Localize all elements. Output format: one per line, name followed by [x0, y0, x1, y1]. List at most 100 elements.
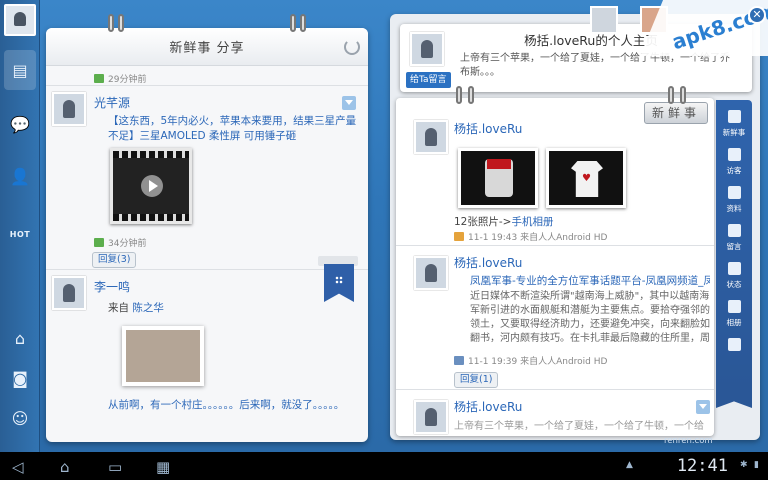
list-item[interactable]: 光芊源 【这东西，5年内必火，苹果本来要用，结果三星产量不足】三星AMOLED … [46, 86, 368, 270]
friends-nav-icon[interactable]: 👤 [4, 156, 36, 196]
screenshot-icon[interactable]: ▦ [156, 458, 170, 476]
list-item: 29分钟前 [46, 66, 368, 86]
refresh-icon[interactable] [344, 39, 360, 55]
binder-ring [680, 86, 686, 104]
left-nav-rail: ▤ 💬 👤 HOT ⌂ ◙ ☺ [0, 0, 40, 452]
album-icon [727, 300, 741, 313]
profile-feed-list[interactable]: 杨括.loveRu ♥ 12张照片->手机相册 11-1 19:43 来自人人A… [396, 98, 714, 436]
avatar[interactable] [52, 92, 86, 126]
brand-footer: renren.com [664, 436, 713, 446]
post-text[interactable]: 【这东西，5年内必火，苹果本来要用，结果三星产量不足】三星AMOLED 柔性屏 … [108, 114, 358, 144]
post-author[interactable]: 光芊源 [94, 94, 130, 111]
feed-list[interactable]: 29分钟前 光芊源 【这东西，5年内必火，苹果本来要用，结果三星产量不足】三星A… [46, 66, 368, 442]
rail-label: 相册 [726, 318, 742, 327]
system-bar: ◁ ⌂ ▭ ▦ ▲ 12:41 ✱ ▮ [0, 452, 768, 480]
share-from-name[interactable]: 陈之华 [132, 302, 164, 314]
tab-newsfeed[interactable]: 新鲜事 [644, 102, 708, 124]
profile-icon [727, 186, 741, 199]
share-from-label: 来自 [108, 302, 129, 314]
post-author[interactable]: 杨括.loveRu [454, 254, 522, 271]
status-icon [727, 262, 741, 275]
clock[interactable]: 12:41 [677, 456, 728, 476]
rail-label: 访客 [726, 166, 742, 175]
shared-link-summary: 近日媒体不断渲染所谓"越南海上威胁"，其中以越南海军新引进的水面舰艇和潜艇为主要… [470, 291, 710, 344]
panel-title: 新鲜事 分享 [169, 41, 245, 56]
binder-ring [300, 14, 306, 32]
newsfeed-nav-icon[interactable]: ▤ [4, 50, 36, 90]
post-author[interactable]: 杨括.loveRu [454, 398, 522, 415]
post-meta: 11-1 19:43 来自人人Android HD [468, 233, 608, 243]
post-text[interactable]: 从前啊，有一个村庄。。。。。。后来啊，就没了。。。。。 [108, 398, 348, 413]
shared-link-title[interactable]: 凤凰军事-专业的全方位军事话题平台-凤凰网频道_凤凰网 [470, 274, 710, 289]
profile-nav-rail: 新鲜事 访客 资料 留言 状态 相册 [716, 100, 752, 386]
message-icon [727, 224, 741, 237]
profile-nav-visitors[interactable]: 访客 [716, 144, 752, 180]
close-icon[interactable]: ✕ [748, 6, 766, 24]
recent-apps-icon[interactable]: ▭ [108, 458, 122, 476]
photo-type-icon [454, 232, 464, 241]
binder-ring [290, 14, 296, 32]
chat-nav-icon[interactable]: 💬 [4, 104, 36, 144]
camera-icon[interactable]: ◙ [4, 358, 36, 398]
avatar[interactable] [410, 32, 444, 66]
bluetooth-icon: ✱ [740, 460, 748, 470]
chat-bubble-icon[interactable]: ☺ [4, 398, 36, 438]
newsfeed-icon [727, 110, 741, 123]
profile-nav-more[interactable] [716, 334, 752, 370]
reply-button[interactable]: 回复(1) [454, 372, 499, 388]
avatar[interactable] [52, 276, 86, 310]
avatar[interactable] [590, 6, 618, 34]
rail-label: 状态 [726, 280, 742, 289]
rail-label: 资料 [726, 204, 742, 213]
post-time: 34分钟前 [108, 239, 147, 249]
notification-icon[interactable]: ▲ [626, 460, 633, 470]
newsfeed-panel: 新鲜事 分享 29分钟前 光芊源 【这东西，5年内必火，苹果本来要用，结果三星产… [46, 28, 368, 442]
hot-label: HOT [9, 229, 31, 239]
profile-nav-album[interactable]: 相册 [716, 296, 752, 332]
avatar[interactable] [414, 120, 448, 154]
list-item[interactable]: 杨括.loveRu 上帝有三个苹果，一个给了夏娃，一个给了牛顿，一个给了乔布斯。… [396, 392, 714, 436]
photo-count: 12张照片-> [454, 216, 512, 228]
post-author[interactable]: 李一鸣 [94, 278, 130, 295]
more-icon [727, 338, 741, 351]
binder-ring [668, 86, 674, 104]
play-icon [141, 175, 163, 197]
visitors-icon [727, 148, 741, 161]
list-item[interactable]: 杨括.loveRu 凤凰军事-专业的全方位军事话题平台-凤凰网频道_凤凰网 近日… [396, 248, 714, 390]
profile-nav-messages[interactable]: 留言 [716, 220, 752, 256]
battery-icon: ▮ [754, 460, 759, 470]
chevron-down-icon[interactable] [696, 400, 710, 414]
rail-label: 留言 [726, 242, 742, 251]
album-link[interactable]: 手机相册 [511, 216, 553, 228]
profile-status: 上帝有三个苹果，一个给了夏娃，一个给了牛顿，一个给了乔布斯。。。 [460, 53, 730, 78]
video-thumbnail[interactable] [110, 148, 192, 224]
avatar[interactable] [414, 400, 448, 434]
album-photo[interactable] [458, 148, 538, 208]
profile-nav-status[interactable]: 状态 [716, 258, 752, 294]
profile-nav-newsfeed[interactable]: 新鲜事 [716, 106, 752, 142]
home-icon[interactable]: ⌂ [4, 318, 36, 358]
post-time: 29分钟前 [108, 75, 147, 85]
shared-photo[interactable] [122, 326, 204, 386]
album-photo[interactable]: ♥ [546, 148, 626, 208]
rail-label: 新鲜事 [722, 128, 746, 137]
post-author[interactable]: 杨括.loveRu [454, 120, 522, 137]
panel-header: 新鲜事 分享 [46, 28, 368, 66]
chevron-down-icon[interactable] [342, 96, 356, 110]
avatar[interactable] [414, 256, 448, 290]
leave-message-button[interactable]: 给Ta留言 [406, 72, 451, 88]
profile-nav-info[interactable]: 资料 [716, 182, 752, 218]
binder-ring [456, 86, 462, 104]
binder-ring [118, 14, 124, 32]
user-avatar[interactable] [4, 4, 36, 36]
hot-nav-item[interactable]: HOT [4, 214, 36, 254]
post-type-icon [94, 74, 104, 83]
list-item[interactable]: 李一鸣 来自 陈之华 从前啊，有一个村庄。。。。。。后来啊，就没了。。。。。 [46, 270, 368, 442]
reply-button[interactable]: 回复(3) [92, 252, 137, 268]
share-type-icon [454, 356, 464, 365]
back-icon[interactable]: ◁ [12, 458, 24, 476]
home-button-icon[interactable]: ⌂ [60, 458, 70, 476]
binder-ring [468, 86, 474, 104]
post-text: 上帝有三个苹果，一个给了夏娃，一个给了牛顿，一个给了乔布斯。。。 [454, 421, 704, 432]
post-meta: 11-1 19:39 来自人人Android HD [468, 357, 608, 367]
